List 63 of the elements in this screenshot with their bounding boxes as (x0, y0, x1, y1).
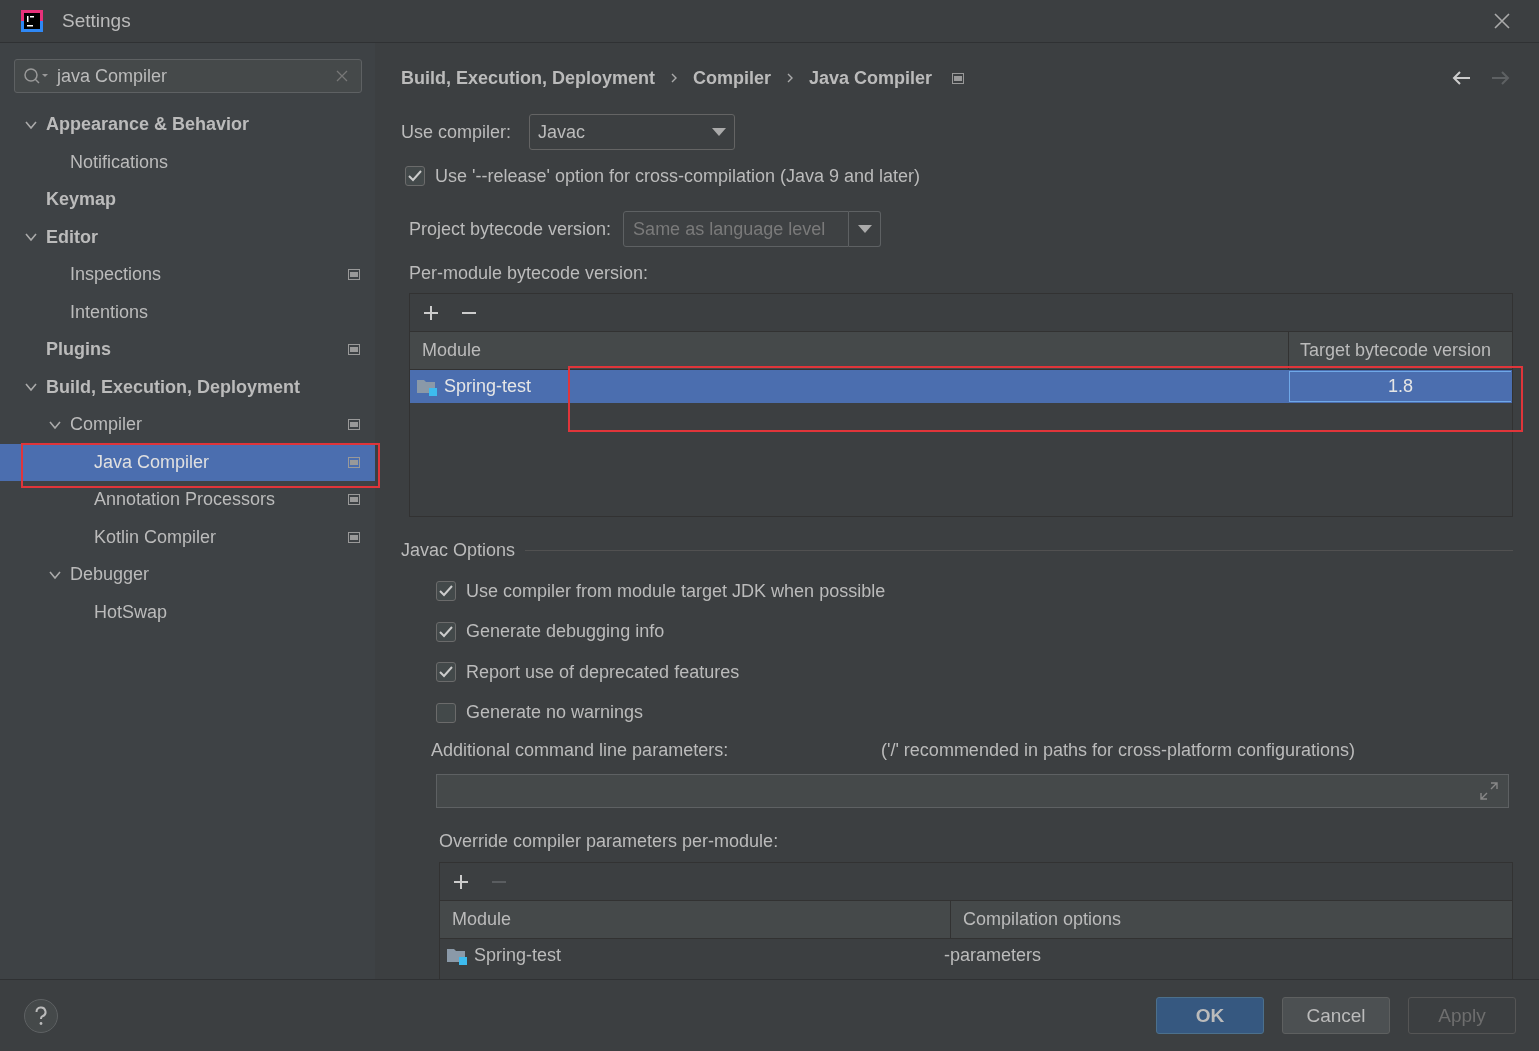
table-cell: Spring-test (444, 376, 532, 397)
checkbox-label: Generate debugging info (466, 621, 665, 643)
compiler-dropdown[interactable]: Javac (529, 114, 736, 150)
dialog-button[interactable]: OK (1156, 997, 1264, 1034)
search-icon (23, 67, 49, 85)
version-cell[interactable]: 1.8 (1289, 371, 1511, 402)
project-page-icon (952, 72, 965, 84)
checkbox[interactable] (436, 662, 456, 683)
section-title: Javac Options (401, 539, 516, 561)
column-header[interactable]: Module (440, 901, 951, 938)
breadcrumb-item[interactable]: Build, Execution, Deployment (401, 67, 656, 89)
tree-item[interactable]: Annotation Processors (0, 481, 375, 519)
checkbox[interactable] (436, 702, 456, 723)
field-label: Additional command line parameters: (431, 739, 730, 761)
tree-item[interactable]: Editor (0, 218, 375, 256)
field-label: Use compiler: (401, 121, 512, 143)
search-field[interactable]: java Compiler (14, 59, 362, 93)
expand-icon[interactable] (1480, 782, 1498, 800)
checkbox[interactable] (405, 166, 425, 186)
checkbox-label: Generate no warnings (466, 702, 644, 724)
tree-item[interactable]: Appearance & Behavior (0, 106, 375, 144)
column-header[interactable]: Target bytecode version (1289, 332, 1512, 369)
checkbox-label: Use compiler from module target JDK when possible (466, 580, 886, 602)
breadcrumb-item[interactable]: Java Compiler (809, 67, 933, 89)
tree-item[interactable]: HotSwap (0, 593, 375, 631)
tree-item[interactable]: Plugins (0, 331, 375, 369)
checkbox-label: Report use of deprecated features (466, 661, 740, 683)
section-label: Per-module bytecode version: (409, 262, 649, 284)
app-logo-icon (21, 10, 43, 32)
chevron-right-icon (671, 73, 678, 83)
tree-item[interactable]: Inspections (0, 256, 375, 294)
dialog-button[interactable]: Cancel (1282, 997, 1390, 1034)
column-header[interactable]: Compilation options (951, 901, 1512, 938)
tree-item[interactable]: Compiler (0, 406, 375, 444)
add-icon[interactable] (453, 873, 469, 890)
add-icon[interactable] (423, 304, 439, 321)
bytecode-field[interactable]: Same as language level (623, 211, 850, 247)
tree-item[interactable]: Keymap (0, 181, 375, 219)
breadcrumb-item[interactable]: Compiler (693, 67, 772, 89)
tree-item[interactable]: Build, Execution, Deployment (0, 368, 375, 406)
tree-item[interactable]: Kotlin Compiler (0, 518, 375, 556)
chevron-right-icon (787, 73, 794, 83)
field-label: Project bytecode version: (409, 218, 612, 240)
tree-item[interactable]: Debugger (0, 556, 375, 594)
help-icon[interactable] (23, 997, 59, 1034)
checkbox-label: Use '--release' option for cross-compilation (Java 9 and later) (435, 165, 921, 187)
dropdown-button[interactable] (849, 211, 882, 247)
table-cell: Spring-test (474, 945, 562, 966)
tree-item[interactable]: Java Compiler (0, 443, 375, 481)
window-title: Settings (62, 10, 131, 32)
checkbox[interactable] (436, 621, 456, 642)
column-header[interactable]: Module (410, 332, 1289, 369)
dropdown-arrow-icon (857, 225, 872, 233)
back-arrow-icon[interactable] (1451, 70, 1471, 86)
close-icon[interactable] (1494, 13, 1510, 29)
section-label: Override compiler parameters per-module: (439, 830, 779, 852)
hint-text: ('/' recommended in paths for cross-platform configurations) (881, 739, 1356, 761)
dropdown-arrow-icon (712, 128, 727, 136)
tree-item[interactable]: Intentions (0, 293, 375, 331)
checkbox[interactable] (436, 581, 456, 602)
table-cell: -parameters (944, 945, 1042, 966)
tree-item[interactable]: Notifications (0, 143, 375, 181)
table-row[interactable]: Spring-test 1.8 (410, 370, 1512, 403)
